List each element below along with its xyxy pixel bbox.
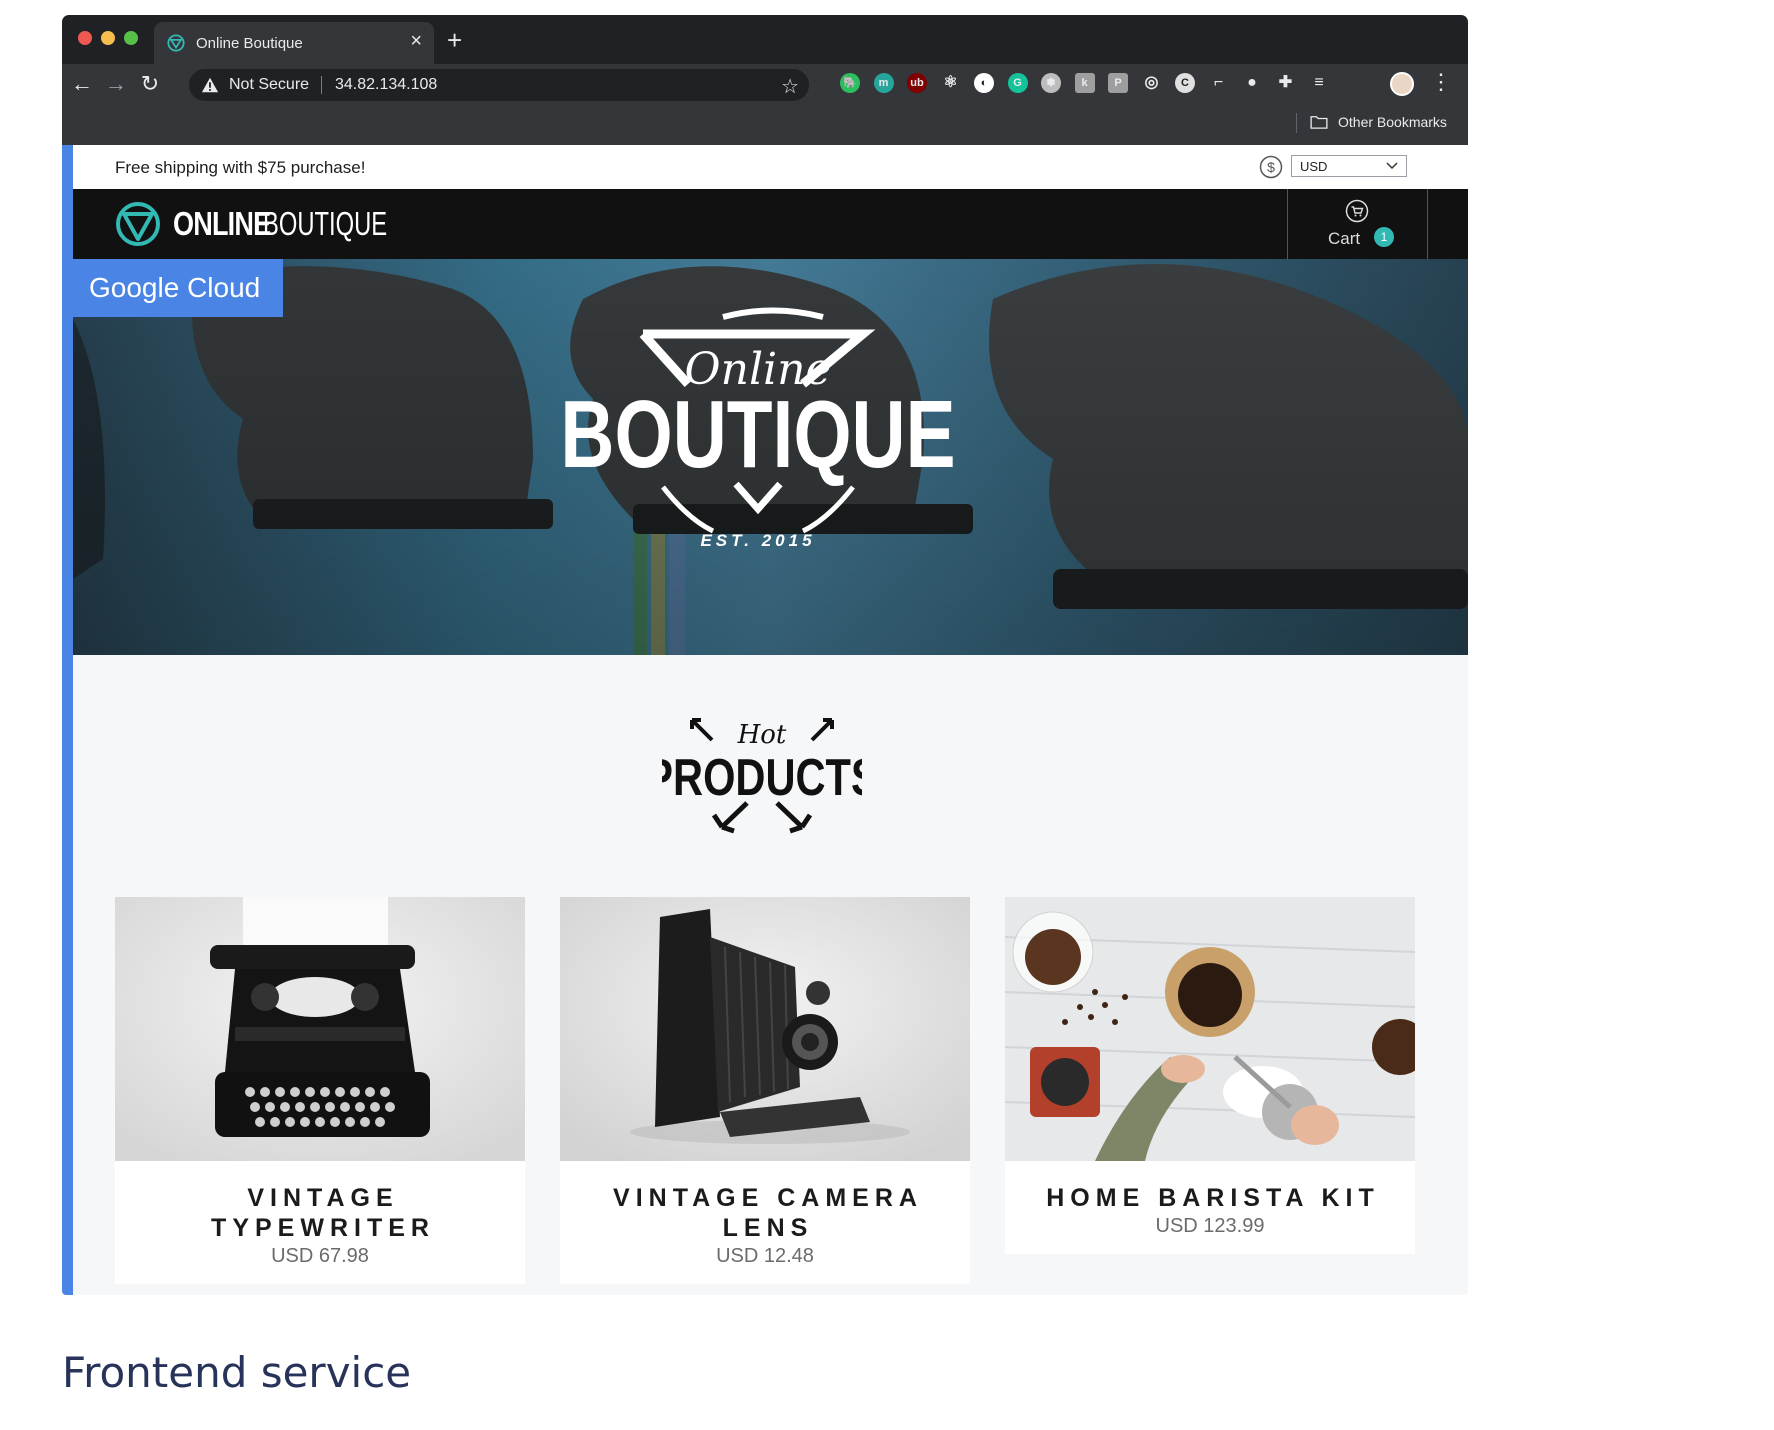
product-card-typewriter[interactable]: VINTAGE TYPEWRITER USD 67.98 (115, 897, 525, 1284)
record-extension-icon[interactable]: ● (1242, 73, 1262, 93)
product-name[interactable]: HOME BARISTA KIT (1005, 1161, 1415, 1213)
hero-est-text: EST. 2015 (700, 531, 815, 550)
settings-extension-icon[interactable]: ✽ (1041, 73, 1061, 93)
site-header: ONLINE BOUTIQUE Cart 1 (73, 189, 1468, 259)
ublock-icon[interactable]: ub (907, 73, 927, 93)
cart-label: Cart (1328, 229, 1361, 248)
boutique-logo-icon[interactable] (115, 201, 161, 247)
evernote-icon[interactable]: 🐘 (840, 73, 860, 93)
boutique-favicon-icon (167, 34, 185, 52)
dollar-circle-icon: $ (1259, 155, 1283, 179)
not-secure-label: Not Secure (229, 76, 310, 93)
chevron-down-icon (1386, 162, 1398, 170)
other-bookmarks-link[interactable]: Other Bookmarks (1338, 114, 1447, 130)
p-extension-icon[interactable]: P (1108, 73, 1128, 93)
forward-button[interactable]: → (102, 70, 130, 98)
products-text: PRODUCTS (662, 748, 862, 807)
tab-title: Online Boutique (196, 35, 303, 52)
figure-caption: Frontend service (62, 1348, 412, 1397)
shipping-bar: Free shipping with $75 purchase! $ USD (73, 145, 1468, 189)
m-extension-icon[interactable]: m (873, 73, 894, 93)
lighthouse-icon[interactable]: ◐ (974, 73, 994, 93)
new-tab-button[interactable]: + (447, 27, 462, 53)
warning-triangle-icon (201, 77, 219, 93)
shipping-banner: Free shipping with $75 purchase! (115, 158, 366, 177)
currency-select[interactable]: USD (1291, 155, 1407, 177)
hot-text: Hot (737, 720, 787, 750)
product-card-camera-lens[interactable]: VINTAGE CAMERA LENS USD 12.48 (560, 897, 970, 1284)
cart-button[interactable]: Cart 1 (1287, 189, 1428, 259)
browser-window: Online Boutique × + ← → ↻ Not Secure 34.… (62, 15, 1468, 1295)
puzzle-extensions-icon[interactable]: ✚ (1275, 73, 1296, 93)
logo-text-online[interactable]: ONLINE (173, 205, 271, 243)
typewriter-image (115, 897, 525, 1161)
bookmarks-bar: Other Bookmarks (62, 105, 1468, 145)
product-price: USD 67.98 (271, 1245, 369, 1267)
hero-banner: Online BOUTIQUE EST. 2015 (73, 259, 1468, 655)
back-button[interactable]: ← (68, 70, 96, 98)
product-price: USD 12.48 (716, 1245, 814, 1267)
hero-boutique-text: BOUTIQUE (560, 381, 955, 488)
folder-icon (1310, 116, 1328, 129)
cart-icon (1345, 199, 1369, 223)
grammarly-icon[interactable]: G (1007, 73, 1028, 93)
product-price: USD 123.99 (1155, 1215, 1265, 1237)
tag-extension-icon[interactable]: ⌐ (1208, 73, 1229, 93)
barista-kit-image (1005, 897, 1415, 1161)
bookmark-star-icon[interactable]: ☆ (781, 74, 799, 99)
browser-toolbar: ← → ↻ Not Secure 34.82.134.108 ☆ 🐘 m ub ⚛ ◐ G… (62, 64, 1468, 105)
address-bar[interactable]: Not Secure 34.82.134.108 ☆ (189, 69, 809, 101)
product-name[interactable]: VINTAGE CAMERA LENS (560, 1161, 970, 1243)
k-extension-icon[interactable]: k (1074, 73, 1095, 93)
target-extension-icon[interactable]: ◎ (1141, 73, 1162, 93)
product-card-barista-kit[interactable]: HOME BARISTA KIT USD 123.99 (1005, 897, 1415, 1254)
tab-close-icon[interactable]: × (410, 31, 422, 51)
address-divider (321, 76, 322, 94)
bookmarks-divider (1296, 113, 1297, 133)
profile-avatar[interactable] (1390, 72, 1414, 96)
cart-count-badge: 1 (1374, 227, 1394, 247)
reload-button[interactable]: ↻ (136, 70, 164, 98)
web-page: Free shipping with $75 purchase! $ USD O… (62, 145, 1468, 1295)
browser-tab[interactable]: Online Boutique × (154, 22, 434, 64)
hot-products-heading: Hot PRODUCTS (662, 718, 862, 834)
close-window-button[interactable] (78, 31, 92, 45)
c-extension-icon[interactable]: C (1175, 73, 1195, 93)
minimize-window-button[interactable] (101, 31, 115, 45)
accent-strip (62, 145, 73, 1295)
react-devtools-icon[interactable]: ⚛ (940, 73, 961, 93)
product-name[interactable]: VINTAGE TYPEWRITER (115, 1161, 525, 1243)
url-text[interactable]: 34.82.134.108 (335, 76, 437, 94)
reading-list-icon[interactable]: ≡ (1309, 73, 1329, 93)
browser-chrome: Online Boutique × + ← → ↻ Not Secure 34.… (62, 15, 1468, 145)
browser-menu-icon[interactable]: ⋮ (1430, 69, 1452, 95)
svg-text:$: $ (1267, 159, 1275, 175)
maximize-window-button[interactable] (124, 31, 138, 45)
currency-value: USD (1300, 159, 1328, 174)
google-cloud-badge: Google Cloud (73, 259, 283, 317)
camera-image (560, 897, 970, 1161)
logo-text-boutique[interactable]: BOUTIQUE (263, 205, 387, 243)
